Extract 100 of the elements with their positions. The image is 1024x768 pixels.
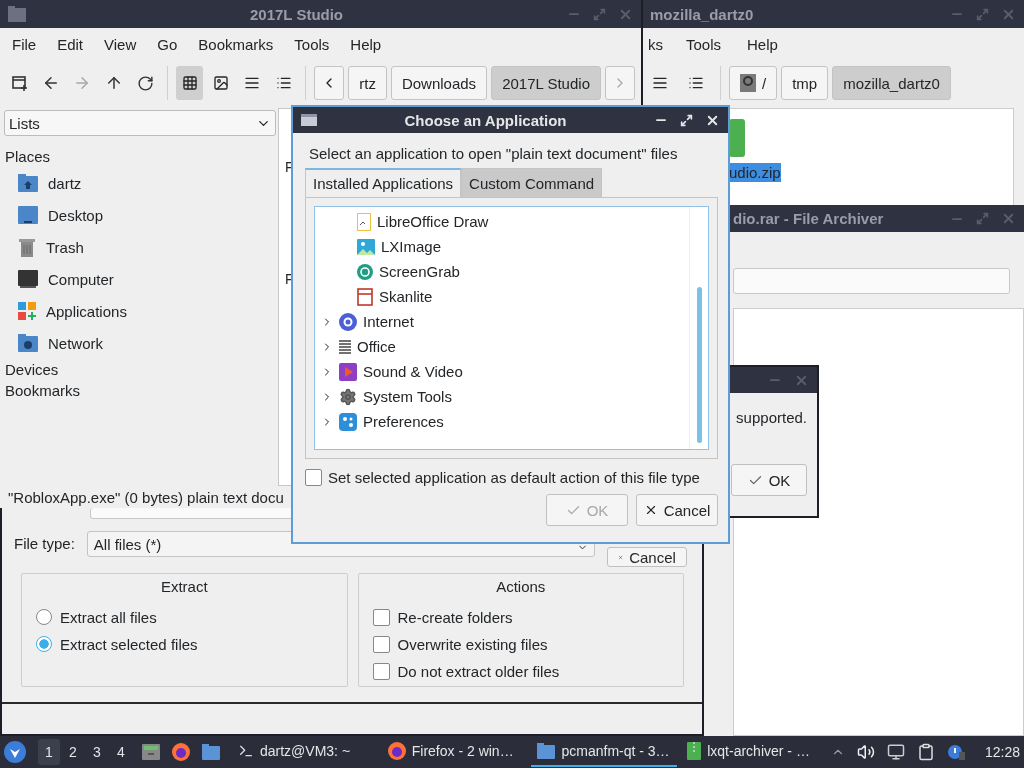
place-item[interactable]: Desktop: [4, 199, 276, 231]
tree-item[interactable]: Sound & Video: [315, 359, 689, 384]
view-mode-button[interactable]: [175, 66, 204, 100]
ok-button[interactable]: OK: [731, 464, 807, 496]
task-button[interactable]: dartz@VM3: ~: [232, 737, 378, 767]
start-menu-icon[interactable]: [4, 741, 26, 763]
cancel-button[interactable]: Cancel: [636, 494, 718, 526]
menu-item[interactable]: ks: [646, 35, 678, 53]
group-title: Extract: [160, 578, 208, 595]
checkbox[interactable]: [372, 662, 390, 680]
tree-item[interactable]: Office: [315, 334, 689, 359]
tree-item[interactable]: Internet: [315, 309, 689, 334]
window-title: 2017L Studio: [248, 5, 345, 23]
checkbox[interactable]: [305, 469, 322, 486]
field-label: File type:: [14, 535, 75, 552]
scroll-left-button[interactable]: [314, 66, 345, 100]
new-tab-icon: [10, 74, 29, 92]
option-label: Extract all files: [60, 608, 157, 626]
radio-button[interactable]: [36, 609, 52, 625]
folder-icon: [537, 743, 556, 759]
folder-icon: [8, 6, 26, 22]
camera-icon: [357, 263, 373, 280]
file-cabinet-icon[interactable]: [142, 743, 160, 761]
network-folder-icon: [18, 334, 38, 352]
menu-item[interactable]: Help: [739, 35, 796, 53]
list-icon: [275, 75, 292, 91]
path-button[interactable]: mozilla_dartz0: [832, 66, 951, 100]
section-heading[interactable]: Places: [4, 146, 52, 167]
scanner-icon: [357, 287, 373, 306]
file-name[interactable]: udio.zip: [729, 163, 781, 182]
tree-item[interactable]: Skanlite: [315, 284, 689, 309]
workspace-button[interactable]: 4: [110, 739, 132, 765]
workspace-button[interactable]: 1: [38, 739, 60, 765]
place-item[interactable]: Computer: [4, 263, 276, 295]
window-icon: [301, 114, 317, 126]
menu-item[interactable]: Go: [149, 35, 191, 53]
place-item[interactable]: Trash: [4, 231, 276, 263]
folder-icon: [202, 744, 220, 760]
menu-item[interactable]: Help: [342, 35, 395, 53]
task-button[interactable]: pcmanfm-qt - 3…: [531, 737, 678, 767]
path-button[interactable]: rtz: [348, 66, 387, 100]
firefox-icon: [172, 743, 190, 761]
section-heading[interactable]: Devices: [4, 359, 60, 380]
path-button[interactable]: Downloads: [390, 66, 488, 100]
checkbox[interactable]: [372, 608, 390, 626]
lines-icon: [244, 75, 261, 91]
option-label: Re-create folders: [397, 608, 513, 626]
tree-item[interactable]: Preferences: [315, 409, 689, 434]
tab[interactable]: Installed Applications: [305, 168, 462, 197]
clock[interactable]: 12:28: [984, 744, 1020, 760]
group-title: Actions: [496, 578, 546, 595]
play-icon: [339, 362, 357, 381]
path-button[interactable]: 2017L Studio: [491, 66, 601, 100]
path-button[interactable]: tmp: [781, 66, 829, 100]
workspace-button[interactable]: 2: [62, 739, 84, 765]
drive-icon: [740, 74, 756, 92]
place-item[interactable]: Network: [4, 327, 276, 359]
place-item[interactable]: dartz: [4, 167, 276, 199]
tree-item[interactable]: System Tools: [315, 384, 689, 409]
menu-item[interactable]: Tools: [286, 35, 343, 53]
lines-icon: [652, 75, 668, 91]
workspace-button[interactable]: 3: [86, 739, 108, 765]
notification-icon[interactable]: [946, 744, 965, 760]
path-field[interactable]: [733, 268, 1010, 294]
option-label: Extract selected files: [60, 635, 198, 653]
menu-item[interactable]: View: [96, 35, 150, 53]
reload-icon: [136, 74, 154, 92]
task-button[interactable]: lxqt-archiver - …: [681, 737, 827, 767]
cancel-button[interactable]: Cancel: [606, 547, 687, 567]
computer-icon: [18, 270, 38, 288]
tab[interactable]: Custom Command: [461, 168, 603, 197]
menu-item[interactable]: File: [4, 35, 50, 53]
volume-icon[interactable]: [856, 743, 875, 761]
path-button[interactable]: /: [729, 66, 778, 100]
grid-icon: [181, 75, 198, 91]
tree-item[interactable]: ScreenGrab: [315, 259, 689, 284]
tree-item[interactable]: LXImage: [315, 234, 689, 259]
radio-button[interactable]: [36, 636, 52, 652]
network-icon[interactable]: [886, 743, 905, 761]
settings-icon: [339, 412, 357, 431]
home-folder-icon: [18, 174, 38, 192]
menu-item[interactable]: Tools: [678, 35, 740, 53]
gear-icon: [339, 387, 357, 406]
checkbox[interactable]: [372, 635, 390, 653]
tree-item[interactable]: LibreOffice Draw: [315, 209, 689, 234]
image-icon: [212, 75, 229, 91]
sidebar-mode-dropdown[interactable]: Lists: [4, 110, 276, 136]
list-icon: [688, 75, 704, 91]
menu-item[interactable]: Bookmarks: [190, 35, 287, 53]
section-heading[interactable]: Bookmarks: [4, 380, 82, 401]
scrollbar-thumb[interactable]: [696, 287, 702, 443]
clipboard-icon[interactable]: [916, 743, 935, 761]
document-lines-icon: [339, 339, 351, 354]
message-text: supported.: [736, 409, 807, 426]
archive-icon: [687, 742, 702, 760]
maximize-icon[interactable]: [680, 113, 693, 127]
menu-item[interactable]: Edit: [49, 35, 97, 53]
globe-icon: [339, 312, 357, 331]
task-button[interactable]: Firefox - 2 win…: [381, 737, 528, 767]
place-item[interactable]: Applications: [4, 295, 276, 327]
